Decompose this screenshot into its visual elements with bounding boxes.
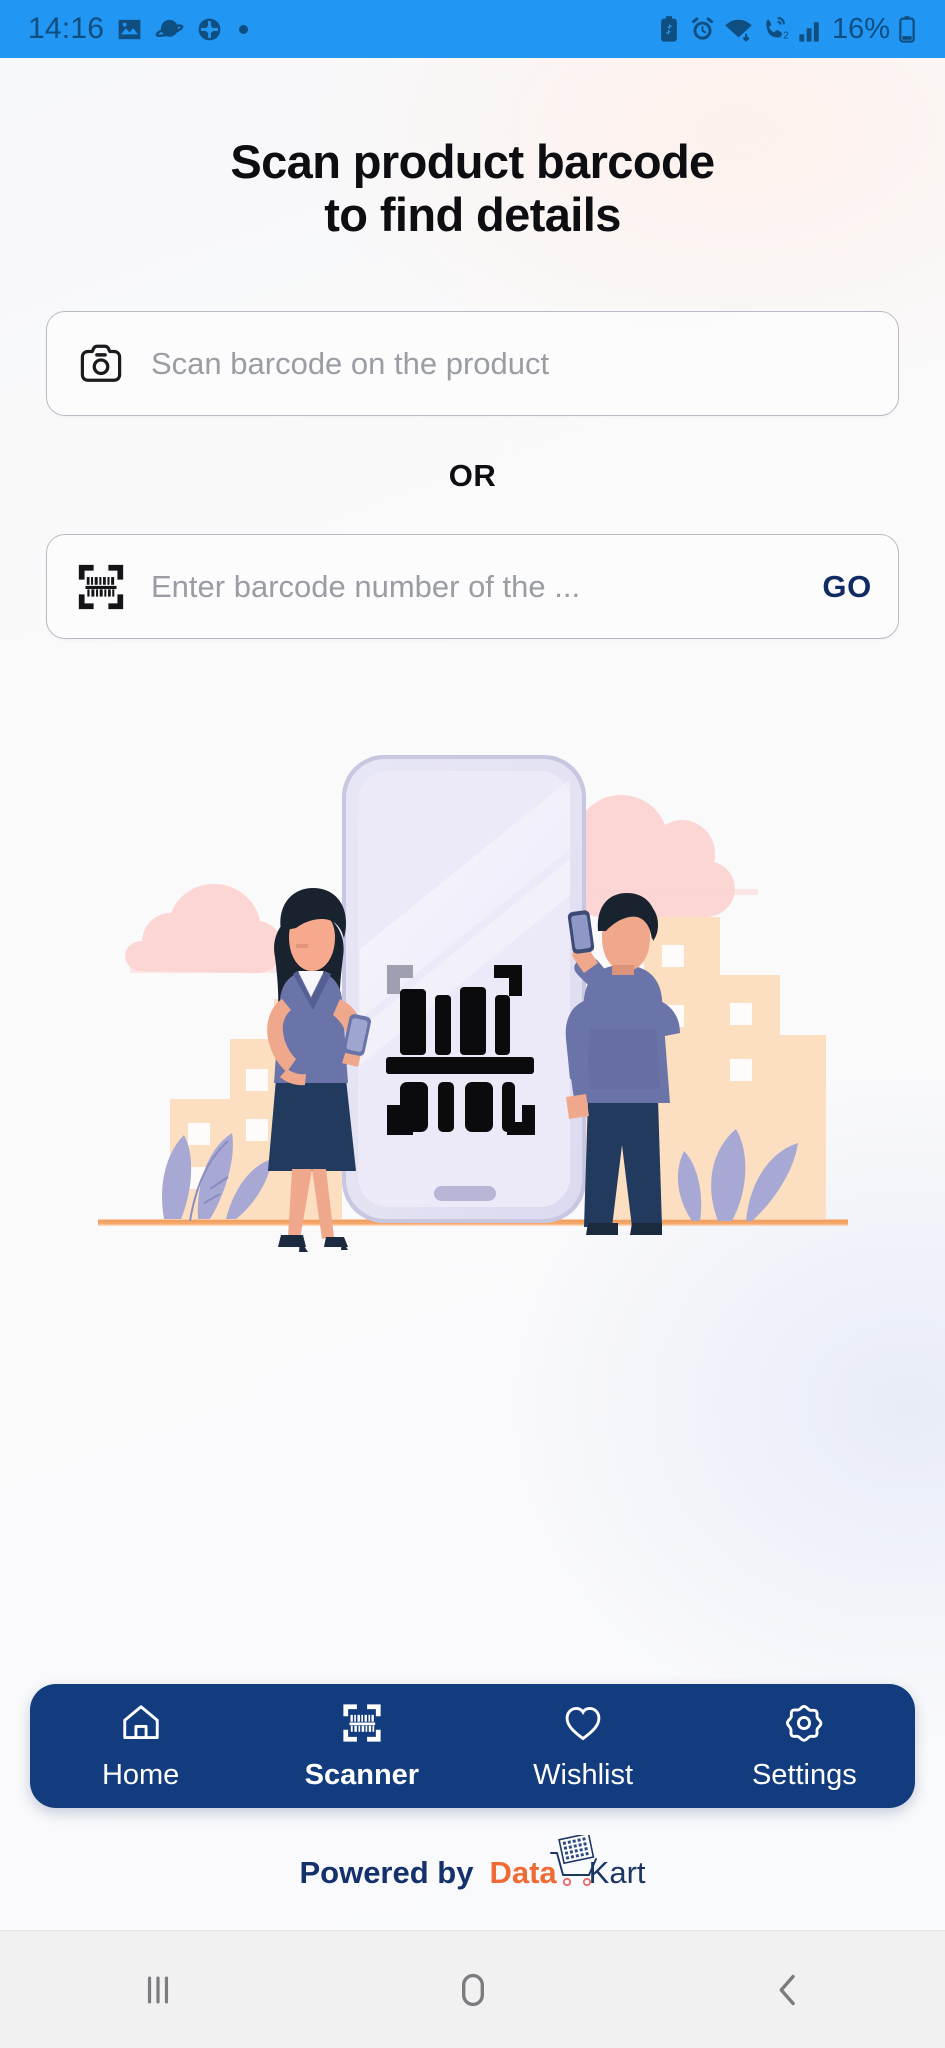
nav-item-wishlist[interactable]: Wishlist	[473, 1701, 694, 1792]
home-icon	[118, 1701, 164, 1750]
shopping-cart-icon	[543, 1832, 605, 1897]
android-navigation-bar	[0, 1930, 945, 2048]
scan-field-wrapper: Scan barcode on the product	[0, 241, 945, 417]
wifi-icon	[725, 19, 752, 41]
page-title-line-2: to find details	[324, 187, 621, 241]
image-icon	[118, 19, 141, 39]
powered-by-label: Powered by	[299, 1855, 474, 1890]
status-bar: 14:16 2 16%	[0, 0, 945, 58]
barcode-field-placeholder: Enter barcode number of the ...	[151, 568, 581, 604]
planet-icon	[155, 19, 184, 37]
color-adjust-icon	[198, 18, 221, 40]
status-bar-clock: 14:16	[28, 12, 105, 45]
nav-item-settings[interactable]: Settings	[694, 1701, 915, 1792]
bottom-navigation-bar: Home Scanner Wishlist Settings	[30, 1684, 915, 1808]
app-content: Scan product barcode to find details Sca…	[0, 58, 945, 1930]
nav-item-home[interactable]: Home	[30, 1701, 251, 1792]
gear-icon	[781, 1701, 827, 1750]
status-bar-left: 14:16	[28, 12, 249, 46]
or-divider-label: OR	[448, 458, 497, 494]
recents-icon[interactable]	[0, 1968, 315, 2012]
dot-indicator	[239, 24, 249, 34]
page-title: Scan product barcode to find details	[0, 135, 945, 241]
nav-label-home: Home	[101, 1758, 180, 1791]
heart-icon	[560, 1701, 606, 1750]
phone-screen: 14:16 2 16% Scan product barcode to find…	[0, 0, 945, 2048]
battery-percentage: 16%	[831, 12, 890, 45]
signal-bars-icon	[799, 21, 819, 42]
nav-label-settings: Settings	[751, 1758, 857, 1791]
powered-by-footer: Powered by Data Kart	[0, 1808, 945, 1930]
barcode-scanning-illustration	[0, 639, 945, 1684]
svg-text:2: 2	[783, 30, 789, 41]
status-bar-right: 2 16%	[656, 13, 917, 46]
scan-field-placeholder: Scan barcode on the product	[151, 345, 550, 381]
barcode-number-input[interactable]: Enter barcode number of the ... GO	[46, 534, 899, 640]
bottom-nav-zone: Home Scanner Wishlist Settings	[0, 1684, 945, 1808]
go-button[interactable]: GO	[808, 569, 872, 605]
nav-label-scanner: Scanner	[304, 1758, 420, 1791]
battery-icon	[899, 15, 915, 43]
call-sim2-icon: 2	[766, 16, 789, 41]
barcode-scan-icon	[73, 563, 129, 611]
alarm-icon	[691, 16, 713, 40]
home-circle-icon[interactable]	[315, 1968, 630, 2012]
barcode-field-wrapper: Enter barcode number of the ... GO	[0, 534, 945, 640]
barcode-scan-icon	[339, 1701, 385, 1750]
back-chevron-icon[interactable]	[630, 1968, 945, 2012]
camera-icon	[73, 342, 129, 386]
page-title-line-1: Scan product barcode	[230, 135, 715, 188]
nav-label-wishlist: Wishlist	[533, 1758, 634, 1791]
nav-item-scanner[interactable]: Scanner	[251, 1701, 472, 1792]
battery-saver-icon	[661, 15, 677, 42]
scan-barcode-input[interactable]: Scan barcode on the product	[46, 311, 899, 417]
